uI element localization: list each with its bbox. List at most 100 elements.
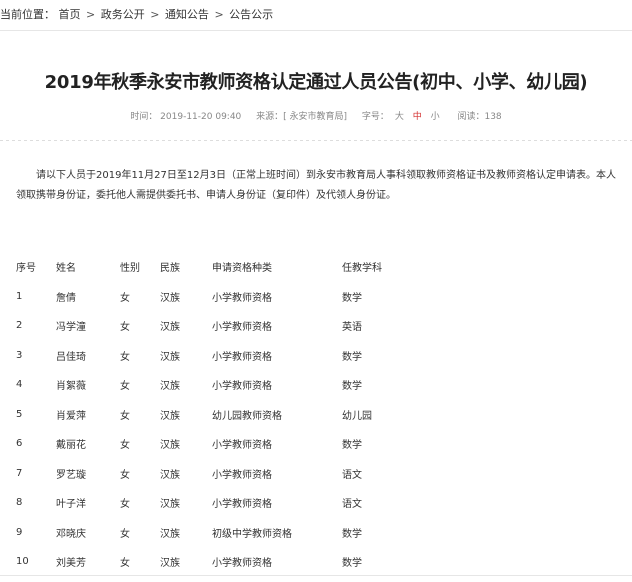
cell-gender: 女: [120, 440, 130, 452]
cell-subject: 数学: [342, 440, 362, 452]
header-qualification: 申请资格种类: [212, 263, 272, 275]
cell-qualification: 小学教师资格: [212, 469, 272, 481]
cell-ethnicity: 汉族: [160, 381, 180, 393]
table-row: 5 肖爱萍 女 汉族 幼儿园教师资格 幼儿园: [16, 400, 422, 430]
cell-subject: 语文: [342, 469, 362, 481]
breadcrumb-label: 当前位置：: [0, 8, 55, 21]
cell-gender: 女: [120, 499, 130, 511]
cell-subject: 数学: [342, 528, 362, 540]
table-row: 8 叶子洋 女 汉族 小学教师资格 语文: [16, 488, 422, 518]
article-source: 来源：[ 永安市教育局]: [256, 112, 348, 122]
cell-index: 9: [16, 526, 23, 538]
cell-name: 肖爱萍: [56, 410, 86, 422]
results-table: 序号 姓名 性别 民族 申请资格种类 任教学科 1 詹倩女汉族 小学教师资格 数学 2 冯…: [16, 252, 422, 577]
view-count: 阅读：138: [457, 112, 502, 122]
cell-gender: 女: [120, 322, 130, 334]
cell-gender: 女: [120, 410, 130, 422]
divider: [0, 140, 632, 141]
header-index: 序号: [16, 263, 36, 275]
cell-index: 4: [16, 379, 23, 391]
cell-qualification: 小学教师资格: [212, 292, 272, 304]
breadcrumb: 当前位置： 首页 > 政务公开 > 通知公告 > 公告公示: [0, 0, 632, 31]
cell-qualification: 小学教师资格: [212, 351, 272, 363]
cell-qualification: 小学教师资格: [212, 558, 272, 570]
font-size-medium[interactable]: 中: [413, 112, 422, 122]
bottom-divider: [0, 575, 632, 576]
cell-subject: 语文: [342, 499, 362, 511]
article-meta: 时间： 2019-11-20 09:40 来源：[ 永安市教育局] 字号： 大 …: [0, 109, 632, 122]
cell-index: 6: [16, 438, 23, 450]
cell-name: 叶子洋: [56, 499, 86, 511]
cell-name: 吕佳琦: [56, 351, 86, 363]
table-row: 6 戴丽花 女 汉族 小学教师资格 数学: [16, 429, 422, 459]
cell-subject: 数学: [342, 351, 362, 363]
page-title: 2019年秋季永安市教师资格认定通过人员公告(初中、小学、幼儿园): [44, 72, 588, 93]
cell-ethnicity: 汉族: [160, 440, 180, 452]
cell-qualification: 小学教师资格: [212, 322, 272, 334]
header-ethnicity: 民族: [160, 263, 180, 275]
cell-ethnicity: 汉族: [160, 558, 180, 570]
font-size-label: 字号：: [361, 112, 389, 122]
table-row: 1 詹倩 女 汉族 小学教师资格 数学: [16, 282, 422, 312]
cell-gender: 女: [120, 381, 130, 393]
cell-ethnicity: 汉族: [160, 528, 180, 540]
font-size-control: 字号： 大 中 小: [362, 112, 446, 122]
cell-subject: 数学: [342, 558, 362, 570]
header-gender: 性别: [120, 263, 140, 275]
breadcrumb-item-government[interactable]: 政务公开: [101, 8, 145, 21]
breadcrumb-item-home[interactable]: 首页: [59, 8, 81, 21]
cell-ethnicity: 汉族: [160, 292, 180, 304]
header-name: 姓名: [56, 263, 76, 275]
breadcrumb-item-announcements[interactable]: 公告公示: [229, 8, 273, 21]
cell-index: 1: [16, 290, 23, 302]
cell-index: 2: [16, 320, 23, 332]
cell-name: 冯学潼: [56, 322, 86, 334]
table-row: 4 肖絮薇 女 汉族 小学教师资格 数学: [16, 370, 422, 400]
cell-index: 7: [16, 467, 23, 479]
breadcrumb-separator: >: [150, 8, 160, 21]
cell-gender: 女: [120, 351, 130, 363]
cell-index: 10: [16, 556, 29, 568]
publish-time: 时间： 2019-11-20 09:40: [130, 112, 242, 122]
cell-subject: 数学: [342, 292, 362, 304]
table-row: 2 冯学潼 女 汉族 小学教师资格 英语: [16, 311, 422, 341]
table-header-row: 序号 姓名 性别 民族 申请资格种类 任教学科: [16, 252, 422, 282]
cell-name: 罗艺璇: [56, 469, 86, 481]
cell-index: 3: [16, 349, 23, 361]
breadcrumb-item-notices[interactable]: 通知公告: [165, 8, 209, 21]
cell-ethnicity: 汉族: [160, 499, 180, 511]
cell-qualification: 幼儿园教师资格: [212, 410, 282, 422]
cell-index: 8: [16, 497, 23, 509]
font-size-large[interactable]: 大: [395, 112, 404, 122]
cell-subject: 数学: [342, 381, 362, 393]
cell-ethnicity: 汉族: [160, 322, 180, 334]
cell-ethnicity: 汉族: [160, 410, 180, 422]
cell-gender: 女: [120, 558, 130, 570]
font-size-small[interactable]: 小: [431, 112, 440, 122]
table-row: 9 邓晓庆 女 汉族 初级中学教师资格 数学: [16, 518, 422, 548]
cell-subject: 英语: [342, 322, 362, 334]
header-subject: 任教学科: [342, 263, 382, 275]
cell-subject: 幼儿园: [342, 410, 372, 422]
cell-qualification: 小学教师资格: [212, 440, 272, 452]
cell-name: 肖絮薇: [56, 381, 86, 393]
cell-name: 詹倩: [56, 292, 76, 304]
cell-ethnicity: 汉族: [160, 351, 180, 363]
cell-name: 邓晓庆: [56, 528, 86, 540]
cell-name: 刘美芳: [56, 558, 86, 570]
cell-qualification: 初级中学教师资格: [212, 528, 292, 540]
cell-name: 戴丽花: [56, 440, 86, 452]
breadcrumb-separator: >: [86, 8, 96, 21]
cell-gender: 女: [120, 469, 130, 481]
breadcrumb-separator: >: [214, 8, 224, 21]
cell-ethnicity: 汉族: [160, 469, 180, 481]
table-row: 3 吕佳琦 女 汉族 小学教师资格 数学: [16, 341, 422, 371]
cell-qualification: 小学教师资格: [212, 499, 272, 511]
table-row: 7 罗艺璇 女 汉族 小学教师资格 语文: [16, 459, 422, 489]
cell-gender: 女: [120, 528, 130, 540]
cell-qualification: 小学教师资格: [212, 381, 272, 393]
notice-paragraph: 请以下人员于2019年11月27日至12月3日（正常上班时间）到永安市教育局人事…: [16, 170, 616, 201]
cell-gender: 女: [120, 292, 130, 304]
cell-index: 5: [16, 408, 23, 420]
table-row: 10 刘美芳 女 汉族 小学教师资格 数学: [16, 547, 422, 577]
